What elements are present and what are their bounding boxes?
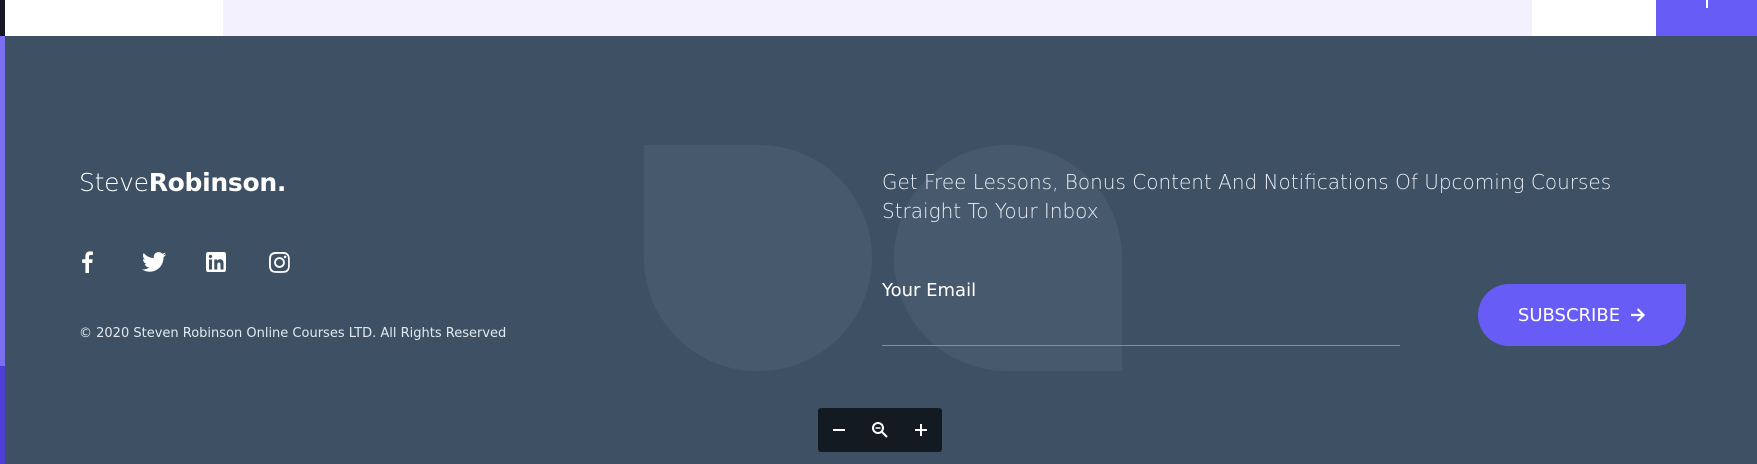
site-footer: SteveRobinson. © 2020 Steven Robinson On… [0, 36, 1757, 464]
decorative-shape-left [644, 145, 872, 371]
arrow-right-icon [1631, 308, 1646, 322]
email-input[interactable] [882, 308, 1404, 344]
email-underline [882, 345, 1400, 346]
arrow-up-icon [1706, 0, 1708, 8]
zoom-out-icon[interactable] [824, 415, 854, 445]
subscribe-button[interactable]: SUBSCRIBE [1478, 284, 1686, 346]
top-left-edge [0, 0, 5, 36]
zoom-toolbar [818, 408, 942, 452]
email-label: Your Email [882, 280, 977, 301]
subscribe-label: SUBSCRIBE [1517, 304, 1621, 326]
scroll-top-button[interactable] [1656, 0, 1757, 36]
footer-logo[interactable]: SteveRobinson. [79, 168, 286, 197]
instagram-icon[interactable] [266, 247, 292, 277]
facebook-icon[interactable] [76, 247, 98, 277]
copyright-text: © 2020 Steven Robinson Online Courses LT… [79, 326, 507, 341]
zoom-reset-icon[interactable] [865, 415, 895, 445]
logo-first-name: Steve [79, 168, 149, 197]
logo-last-name: Robinson. [148, 168, 287, 197]
top-content-panel [223, 0, 1532, 36]
zoom-in-icon[interactable] [906, 415, 936, 445]
newsletter-heading: Get Free Lessons, Bonus Content And Noti… [882, 170, 1612, 223]
linkedin-icon[interactable] [203, 247, 229, 277]
twitter-icon[interactable] [139, 247, 169, 277]
left-accent-bar-dark [0, 366, 5, 464]
